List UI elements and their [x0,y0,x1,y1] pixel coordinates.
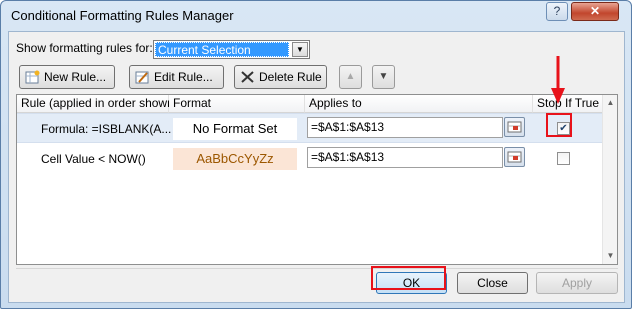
scroll-up-icon[interactable]: ▲ [604,96,617,110]
range-select-icon[interactable] [504,117,525,137]
new-rule-icon [25,70,40,84]
format-preview: No Format Set [173,118,297,140]
range-picker-glyph [507,121,522,133]
chevron-down-icon[interactable]: ▼ [292,42,308,57]
scope-label: Show formatting rules for: [16,41,153,55]
dialog-body: Show formatting rules for: Current Selec… [8,31,625,303]
close-window-button[interactable]: ✕ [571,2,619,21]
apply-button[interactable]: Apply [536,272,618,294]
move-up-button[interactable]: ▲ [339,65,362,89]
scroll-down-icon[interactable]: ▼ [604,249,617,263]
table-row[interactable]: Formula: =ISBLANK(A... No Format Set =$A… [17,113,602,143]
stop-if-true-checkbox[interactable]: ✔ [557,122,570,135]
edit-rule-button[interactable]: Edit Rule... [129,65,224,89]
format-preview: AaBbCcYyZz [173,148,297,170]
close-button[interactable]: Close [457,272,528,294]
title-bar: Conditional Formatting Rules Manager ? ✕ [1,1,631,31]
dialog-window: Conditional Formatting Rules Manager ? ✕… [0,0,632,309]
delete-x-icon [241,71,254,83]
applies-to-field[interactable]: =$A$1:$A$13 [307,147,503,168]
edit-rule-icon [135,71,149,84]
header-stop-if-true: Stop If True [533,95,602,113]
header-applies-to: Applies to [305,95,533,113]
scope-selected-value: Current Selection [155,42,289,57]
move-down-button[interactable]: ▼ [372,65,395,89]
table-row[interactable]: Cell Value < NOW() AaBbCcYyZz =$A$1:$A$1… [17,144,602,174]
vertical-scrollbar[interactable]: ▲ ▼ [602,95,617,264]
rule-description: Cell Value < NOW() [41,152,146,166]
range-picker-glyph [507,151,522,163]
rules-toolbar: New Rule... Edit Rule... Delete Rule ▲ ▼ [16,65,618,93]
delete-rule-button[interactable]: Delete Rule [234,65,327,89]
ok-button[interactable]: OK [376,272,447,294]
delete-rule-label: Delete Rule [259,70,322,84]
new-rule-label: New Rule... [44,70,107,84]
new-rule-button[interactable]: New Rule... [19,65,115,89]
range-select-icon[interactable] [504,147,525,167]
header-format: Format [169,95,305,113]
scope-dropdown[interactable]: Current Selection ▼ [153,40,310,59]
help-button[interactable]: ? [546,2,568,21]
divider [16,268,618,269]
edit-rule-label: Edit Rule... [154,70,213,84]
applies-to-field[interactable]: =$A$1:$A$13 [307,117,503,138]
header-rule: Rule (applied in order shown) [17,95,178,113]
rule-description: Formula: =ISBLANK(A... [41,122,172,136]
rules-grid: Rule (applied in order shown) Format App… [16,94,618,265]
stop-if-true-checkbox[interactable] [557,152,570,165]
window-title: Conditional Formatting Rules Manager [11,8,234,23]
